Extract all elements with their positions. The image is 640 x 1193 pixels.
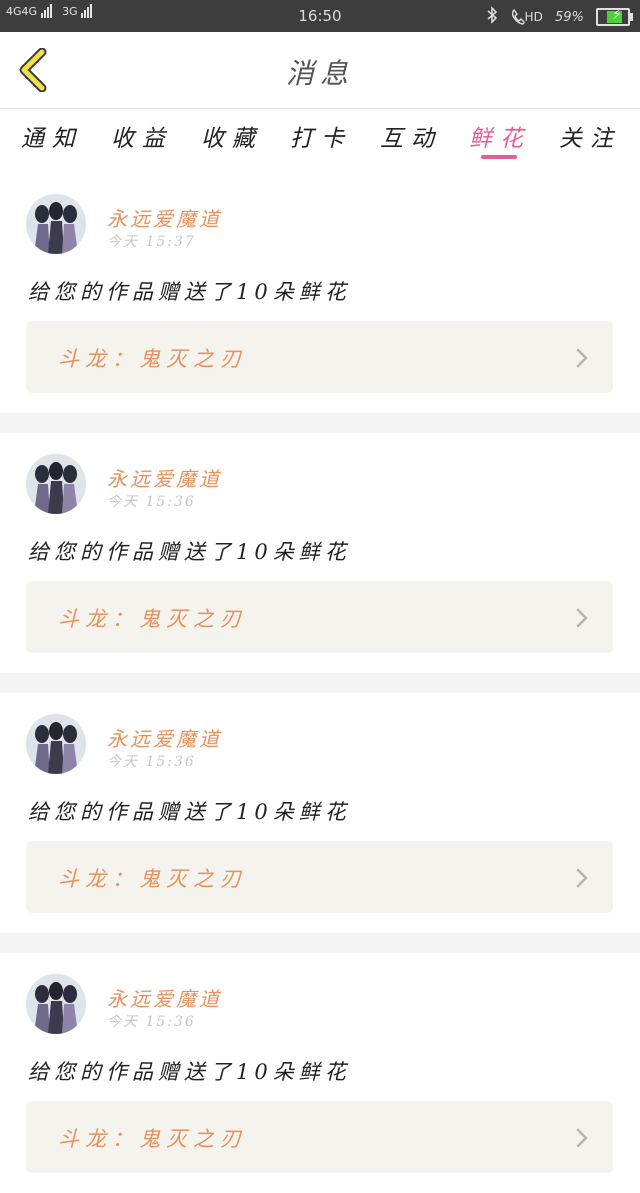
message-text: 给您的作品赠送了10朵鲜花 xyxy=(28,1060,351,1084)
message-item: 永远爱魔道 今天 15:36 给您的作品赠送了10朵鲜花 斗龙：鬼灭之刃 xyxy=(0,433,640,673)
message-time: 今天 15:36 xyxy=(107,754,196,770)
tab-interaction[interactable]: 互动 xyxy=(366,119,456,153)
sender-name[interactable]: 永远爱魔道 xyxy=(107,463,222,492)
tab-bar: 通知 收益 收藏 打卡 互动 鲜花 关注 xyxy=(0,109,640,173)
avatar[interactable] xyxy=(26,194,86,254)
chevron-right-icon xyxy=(576,868,588,888)
work-link-card[interactable]: 斗龙：鬼灭之刃 xyxy=(26,581,613,653)
tab-notifications[interactable]: 通知 xyxy=(7,119,97,153)
work-link-card[interactable]: 斗龙：鬼灭之刃 xyxy=(26,321,613,393)
battery-icon: ⚡ xyxy=(596,7,633,26)
page-title: 消息 xyxy=(285,57,354,90)
sender-name[interactable]: 永远爱魔道 xyxy=(107,983,222,1012)
message-list: 永远爱魔道 今天 15:37 给您的作品赠送了10朵鲜花 斗龙：鬼灭之刃 永远爱… xyxy=(0,173,640,1193)
divider xyxy=(0,673,640,693)
sender-name[interactable]: 永远爱魔道 xyxy=(107,723,222,752)
tab-earnings[interactable]: 收益 xyxy=(97,119,187,153)
status-bar: 4G4G 3G 16:50 HD 59% ⚡ xyxy=(0,0,640,32)
chevron-right-icon xyxy=(576,348,588,368)
sender-name[interactable]: 永远爱魔道 xyxy=(107,203,222,232)
work-link-card[interactable]: 斗龙：鬼灭之刃 xyxy=(26,1101,613,1173)
divider xyxy=(0,933,640,953)
avatar[interactable] xyxy=(26,454,86,514)
bolt-icon: ⚡ xyxy=(612,7,622,23)
work-title: 斗龙：鬼灭之刃 xyxy=(58,607,247,631)
status-icons: HD 59% ⚡ xyxy=(478,6,633,28)
work-title: 斗龙：鬼灭之刃 xyxy=(58,1127,247,1151)
message-time: 今天 15:37 xyxy=(107,234,196,250)
avatar[interactable] xyxy=(26,974,86,1034)
battery-percent: 59% xyxy=(554,9,584,25)
tab-favorites[interactable]: 收藏 xyxy=(187,119,277,153)
divider xyxy=(0,413,640,433)
chevron-right-icon xyxy=(576,1128,588,1148)
tab-following[interactable]: 关注 xyxy=(545,119,635,153)
message-time: 今天 15:36 xyxy=(107,494,196,510)
chevron-right-icon xyxy=(576,608,588,628)
message-time: 今天 15:36 xyxy=(107,1014,196,1030)
work-link-card[interactable]: 斗龙：鬼灭之刃 xyxy=(26,841,613,913)
hd-call-icon: HD xyxy=(511,8,543,25)
message-text: 给您的作品赠送了10朵鲜花 xyxy=(28,800,351,824)
message-item: 永远爱魔道 今天 15:36 给您的作品赠送了10朵鲜花 斗龙：鬼灭之刃 xyxy=(0,693,640,933)
bluetooth-icon xyxy=(486,6,498,28)
work-title: 斗龙：鬼灭之刃 xyxy=(58,867,247,891)
message-item: 永远爱魔道 今天 15:37 给您的作品赠送了10朵鲜花 斗龙：鬼灭之刃 xyxy=(0,173,640,413)
message-text: 给您的作品赠送了10朵鲜花 xyxy=(28,280,351,304)
message-text: 给您的作品赠送了10朵鲜花 xyxy=(28,540,351,564)
tab-checkin[interactable]: 打卡 xyxy=(276,119,366,153)
avatar[interactable] xyxy=(26,714,86,774)
message-item: 永远爱魔道 今天 15:36 给您的作品赠送了10朵鲜花 斗龙：鬼灭之刃 xyxy=(0,953,640,1193)
tab-flowers[interactable]: 鲜花 xyxy=(455,119,545,153)
work-title: 斗龙：鬼灭之刃 xyxy=(58,347,247,371)
header: 消息 xyxy=(0,32,640,109)
active-tab-indicator xyxy=(481,155,517,159)
